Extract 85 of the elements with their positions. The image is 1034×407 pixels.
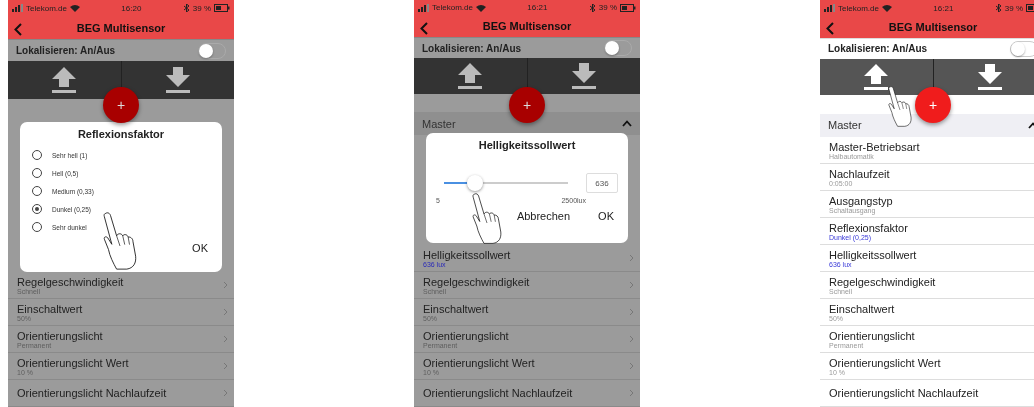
chevron-icon [223,362,228,370]
download-icon [977,64,1002,91]
setting-name: Reflexionsfaktor [829,221,908,234]
screen-title: BEG Multisensor [888,20,978,33]
locate-toggle[interactable] [1010,40,1034,57]
setting-name: Orientierungslicht Nachlaufzeit [17,387,167,399]
setting-name: Orientierungslicht [17,329,103,342]
settings-row[interactable]: Orientierungslicht Nachlaufzeit [8,380,234,407]
setting-name: Helligkeitssollwert [423,248,511,261]
locate-label: Lokalisieren: An/Aus [828,43,928,55]
setting-name: Ausgangstyp [829,194,893,207]
settings-row[interactable]: Orientierungslicht Nachlaufzeit [820,380,1034,407]
chevron-icon [629,362,634,370]
wifi-icon [881,4,892,13]
dialog-button[interactable]: Abbrechen [512,208,575,224]
setting-name: Orientierungslicht Nachlaufzeit [829,387,979,399]
setting-name: Orientierungslicht Wert [829,356,941,369]
section-title: Master [828,119,862,132]
chevron-icon [629,335,634,343]
chevron-icon [629,281,634,289]
setting-name: Orientierungslicht [423,329,509,342]
locate-label: Lokalisieren: An/Aus [422,42,522,54]
setting-name: Orientierungslicht Wert [423,356,535,369]
slider-thumb[interactable] [467,175,483,191]
setting-name: Einschaltwert [829,302,895,315]
setting-name: Einschaltwert [423,302,489,315]
locate-label: Lokalisieren: An/Aus [16,45,116,57]
upload-icon [864,64,889,91]
signal-icon [418,3,429,12]
setting-name: Orientierungslicht [829,329,915,342]
back-icon[interactable] [14,22,22,36]
bluetooth-icon [182,4,190,13]
chevron-icon [629,389,634,397]
battery-icon [214,4,230,13]
screen-title: BEG Multisensor [76,21,166,34]
battery-icon [620,3,636,12]
carrier-name: Telekom.de [26,3,67,13]
hand-drawing [888,86,913,127]
setting-name: Master-Betriebsart [829,140,920,153]
locate-toggle[interactable] [198,42,226,59]
battery-percent: 39 % [598,3,617,13]
chevron-icon [223,389,228,397]
setting-name: Regelgeschwindigkeit [829,275,936,288]
chevron-icon [223,308,228,316]
carrier-name: Telekom.de [838,3,879,13]
upload-icon [52,66,77,93]
chevron-icon [629,254,634,262]
dialog-title: Reflexionsfaktor [76,128,166,140]
bluetooth-icon [588,3,596,12]
setting-name: Regelgeschwindigkeit [423,275,530,288]
clock-time: 16:21 [527,3,548,13]
dialog-button[interactable]: OK [188,240,212,256]
back-icon[interactable] [420,21,428,35]
wifi-icon [69,4,80,13]
chevron-icon [223,335,228,343]
setting-name: Orientierungslicht Nachlaufzeit [423,387,573,399]
download-icon [571,62,596,89]
signal-icon [12,4,23,13]
value-field[interactable]: 636 [586,173,618,193]
clock-time: 16:20 [121,3,142,13]
download-icon [165,66,190,93]
battery-percent: 39 % [1004,3,1023,13]
battery-percent: 39 % [192,3,211,13]
bluetooth-icon [994,4,1002,13]
chevron-icon [629,308,634,316]
setting-name: Regelgeschwindigkeit [17,275,124,288]
section-title: Master [422,117,456,130]
screen-title: BEG Multisensor [482,20,572,33]
upload-icon [458,62,483,89]
wifi-icon [475,3,486,12]
signal-icon [824,4,835,13]
dialog-title: Helligkeitssollwert [477,139,577,151]
chevron-icon [223,281,228,289]
settings-row[interactable]: Orientierungslicht Nachlaufzeit [414,380,640,407]
caret-icon[interactable] [622,120,632,128]
back-icon[interactable] [826,22,834,36]
add-button[interactable]: + [103,87,139,123]
setting-name: Orientierungslicht Wert [17,356,129,369]
dialog-button[interactable]: OK [594,208,618,224]
carrier-name: Telekom.de [432,3,473,13]
setting-name: Nachlaufzeit [829,167,890,180]
clock-time: 16:21 [933,3,954,13]
setting-name: Helligkeitssollwert [829,248,917,261]
setting-name: Einschaltwert [17,302,83,315]
locate-toggle[interactable] [604,40,632,57]
